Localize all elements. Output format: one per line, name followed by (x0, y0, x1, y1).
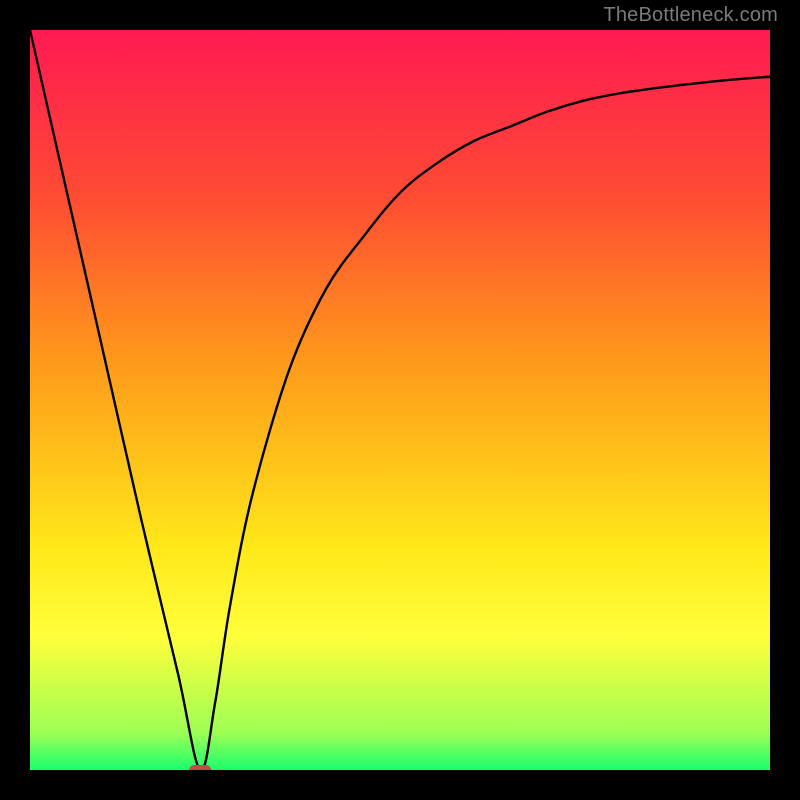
bottleneck-plot (30, 30, 770, 770)
gradient-background (30, 30, 770, 770)
source-credit: TheBottleneck.com (603, 4, 778, 27)
optimal-marker (189, 765, 211, 770)
chart-frame: { "credit": "TheBottleneck.com", "colors… (0, 0, 800, 800)
